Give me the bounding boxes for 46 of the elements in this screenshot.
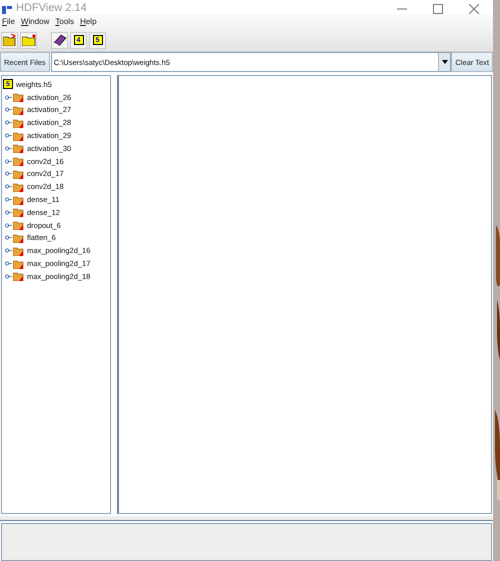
- folder-icon: [13, 182, 24, 192]
- window-title: HDFView 2.14: [16, 2, 87, 14]
- menu-item[interactable]: Window: [20, 17, 50, 28]
- toolbar-button[interactable]: [20, 32, 37, 48]
- folder-icon: [22, 34, 36, 46]
- expand-handle-icon[interactable]: [5, 222, 12, 228]
- book-icon: [52, 34, 66, 46]
- expand-handle-icon[interactable]: [5, 197, 12, 202]
- folder-icon: [13, 220, 24, 230]
- expand-handle-icon[interactable]: [5, 248, 12, 254]
- folder-icon: [13, 194, 24, 205]
- folder-icon: [13, 92, 24, 102]
- expand-handle-icon[interactable]: [5, 146, 12, 151]
- expand-handle-icon[interactable]: [5, 158, 12, 164]
- expand-handle-icon[interactable]: [5, 107, 12, 112]
- expand-handle-icon[interactable]: [5, 94, 12, 100]
- folder-icon: [13, 271, 24, 282]
- folder-icon: [13, 168, 24, 179]
- open-folder-icon: [2, 34, 16, 46]
- folder-icon: [13, 143, 24, 154]
- expand-handle-icon[interactable]: [5, 261, 12, 266]
- expand-handle-icon[interactable]: [5, 274, 12, 279]
- expand-handle-icon[interactable]: [5, 133, 12, 138]
- folder-icon: [13, 207, 24, 218]
- folder-icon: [13, 156, 24, 166]
- expand-handle-icon[interactable]: [5, 235, 12, 240]
- folder-icon: [13, 258, 24, 269]
- folder-icon: [13, 104, 24, 115]
- menu-item[interactable]: Help: [80, 17, 97, 28]
- toolbar-button[interactable]: [51, 32, 68, 48]
- folder-icon: [13, 130, 24, 141]
- expand-handle-icon[interactable]: [5, 210, 12, 215]
- close-icon[interactable]: [469, 4, 479, 14]
- expand-handle-icon[interactable]: [5, 184, 12, 190]
- menu-item[interactable]: Tools: [55, 17, 74, 28]
- maximize-icon[interactable]: [433, 4, 443, 14]
- toolbar-button[interactable]: [1, 32, 18, 48]
- folder-icon: [13, 232, 24, 243]
- expand-handle-icon[interactable]: [5, 120, 12, 126]
- app-logo-icon: [2, 6, 12, 14]
- folder-icon: [13, 118, 24, 128]
- folder-icon: [13, 246, 24, 256]
- caret-icon: [442, 60, 448, 64]
- dropdown-button[interactable]: [438, 53, 450, 71]
- menu-item[interactable]: File: [2, 17, 15, 28]
- expand-handle-icon[interactable]: [5, 171, 12, 176]
